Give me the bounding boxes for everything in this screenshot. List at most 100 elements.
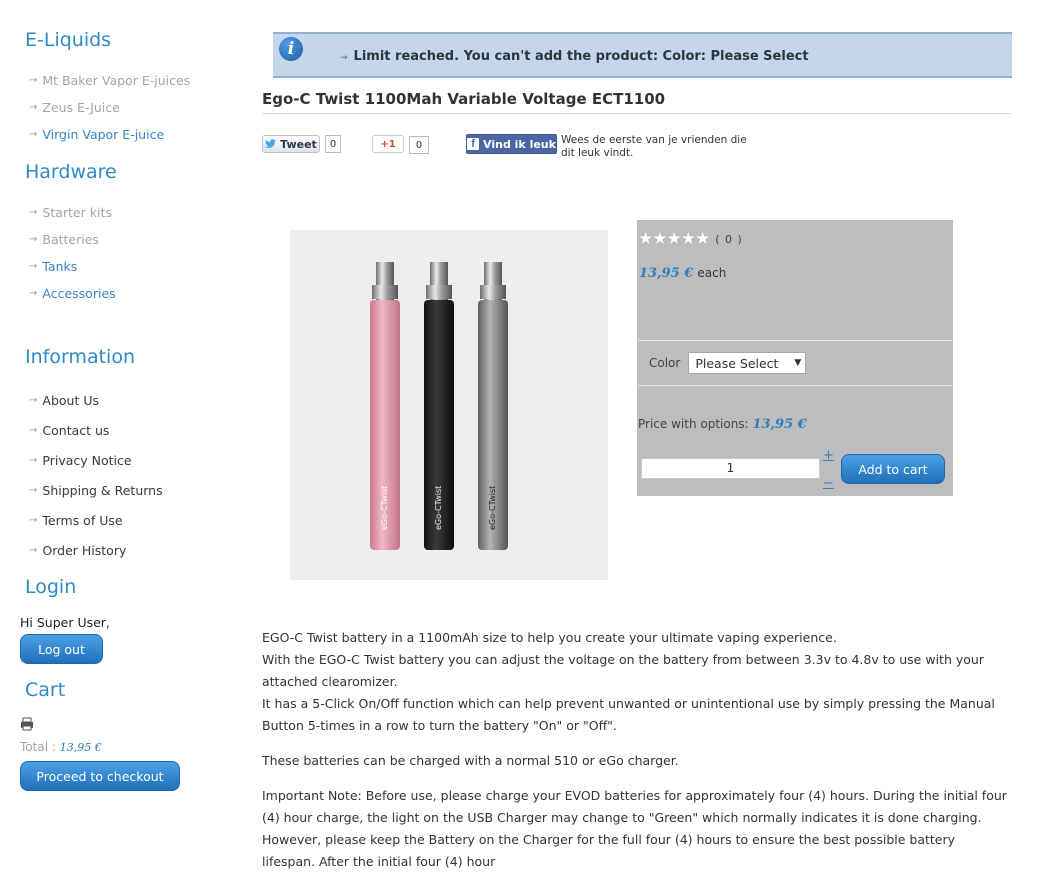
battery-label: eGo-CTwist (434, 486, 443, 530)
sidebar-item-tanks[interactable]: → Tanks (29, 259, 77, 274)
login-greeting: Hi Super User, (20, 615, 110, 630)
facebook-like-button[interactable]: f Vind ik leuk (466, 134, 557, 154)
price-with-options-label: Price with options: (638, 417, 749, 431)
color-label: Color (649, 356, 681, 370)
description-paragraph: Important Note: Before use, please charg… (262, 788, 1007, 869)
sidebar-item-label: Order History (42, 543, 127, 558)
rating-count: ( 0 ) (715, 233, 743, 246)
battery-label: eGo-CTwist (380, 486, 389, 530)
arrow-right-icon: → (29, 207, 38, 218)
sidebar-item-label: Mt Baker Vapor E-juices (42, 73, 191, 88)
facebook-like-text: Wees de eerste van je vrienden die dit l… (561, 134, 747, 159)
star-icon: ★ (680, 229, 696, 249)
quantity-increase[interactable]: + (823, 449, 834, 462)
sidebar-item-virgin-vapor[interactable]: → Virgin Vapor E-juice (29, 127, 164, 142)
notice-message: → Limit reached. You can't add the produc… (340, 49, 809, 64)
arrow-right-icon: → (29, 395, 38, 406)
product-image[interactable]: eGo-CTwist eGo-CTwist eGo-CTwist (290, 230, 608, 580)
arrow-right-icon: → (29, 425, 38, 436)
star-icon: ★ (638, 229, 654, 249)
cart-total: Total : 13,95 € (20, 740, 102, 754)
gplus-count: 0 (409, 136, 429, 154)
arrow-right-icon: → (29, 455, 38, 466)
tweet-button[interactable]: Tweet (262, 135, 320, 153)
sidebar-item-privacy[interactable]: → Privacy Notice (29, 453, 132, 468)
sidebar-item-terms[interactable]: → Terms of Use (29, 513, 123, 528)
sidebar-item-contact-us[interactable]: → Contact us (29, 423, 109, 438)
sidebar-item-zeus[interactable]: → Zeus E-Juice (29, 100, 120, 115)
cart-total-label: Total : (20, 740, 56, 754)
logout-button[interactable]: Log out (20, 634, 103, 664)
description-line: It has a 5-Click On/Off function which c… (262, 696, 995, 733)
twitter-bird-icon (265, 139, 277, 148)
sidebar-item-batteries[interactable]: → Batteries (29, 232, 99, 247)
cart-total-value: 13,95 € (59, 741, 102, 754)
sidebar-item-label: Virgin Vapor E-juice (42, 127, 165, 142)
info-icon: i (279, 37, 303, 61)
facebook-like-label: Vind ik leuk (483, 137, 556, 151)
quantity-input[interactable]: 1 (641, 458, 820, 479)
arrow-right-icon: → (29, 515, 38, 526)
arrow-right-icon: → (29, 129, 38, 140)
sidebar-item-accessories[interactable]: → Accessories (29, 286, 116, 301)
price-with-options-value: 13,95 € (752, 417, 807, 432)
sidebar-item-shipping[interactable]: → Shipping & Returns (29, 483, 163, 498)
price-with-options: Price with options: 13,95 € (638, 417, 807, 432)
sidebar-item-label: Terms of Use (42, 513, 123, 528)
battery-label: eGo-CTwist (488, 486, 497, 530)
sidebar-item-label: Shipping & Returns (42, 483, 163, 498)
arrow-right-icon: → (340, 53, 348, 63)
sidebar-item-label: Tanks (42, 259, 78, 274)
add-to-cart-button[interactable]: Add to cart (841, 454, 945, 484)
arrow-right-icon: → (29, 545, 38, 556)
hardware-heading: Hardware (25, 161, 117, 183)
quantity-decrease[interactable]: − (823, 477, 834, 490)
sidebar-item-label: Batteries (42, 232, 99, 247)
checkout-button[interactable]: Proceed to checkout (20, 761, 180, 791)
sidebar-item-label: Zeus E-Juice (42, 100, 120, 115)
star-icon: ★ (695, 229, 711, 249)
arrow-right-icon: → (29, 234, 38, 245)
sidebar-item-order-history[interactable]: → Order History (29, 543, 126, 558)
color-select[interactable]: Please Select ▼ (688, 352, 807, 374)
color-selected-value: Please Select (695, 355, 779, 371)
price-suffix: each (697, 266, 727, 280)
arrow-right-icon: → (29, 102, 38, 113)
sidebar-item-label: Accessories (42, 286, 116, 301)
pink-battery: eGo-CTwist (370, 262, 400, 550)
login-heading: Login (25, 576, 77, 598)
sidebar-item-mt-baker[interactable]: → Mt Baker Vapor E-juices (29, 73, 190, 88)
divider (262, 113, 1012, 114)
arrow-right-icon: → (29, 75, 38, 86)
eliquids-heading: E-Liquids (25, 29, 112, 51)
product-price: 13,95 € (639, 266, 694, 281)
color-option-row: Color Please Select ▼ (638, 340, 952, 386)
limit-notice: i → Limit reached. You can't add the prod… (273, 32, 1012, 78)
cart-heading: Cart (25, 679, 66, 701)
notice-text: Limit reached. You can't add the product… (353, 49, 809, 64)
tweet-label: Tweet (280, 137, 317, 151)
printer-icon[interactable] (20, 716, 34, 735)
purchase-box: ★ ★ ★ ★ ★ ( 0 ) 13,95 € each Color Pleas… (637, 220, 953, 496)
star-icon: ★ (652, 229, 668, 249)
star-icon: ★ (666, 229, 682, 249)
sidebar-item-starter-kits[interactable]: → Starter kits (29, 205, 112, 220)
sidebar-item-label: Contact us (42, 423, 110, 438)
black-battery: eGo-CTwist (424, 262, 454, 550)
sidebar: E-Liquids → Mt Baker Vapor E-juices → Zeus… (0, 0, 250, 846)
description-paragraph: EGO-C Twist battery in a 1100mAh size to… (262, 627, 1012, 737)
description-line: With the EGO-C Twist battery you can adj… (262, 652, 984, 689)
arrow-right-icon: → (29, 261, 38, 272)
gplus-button[interactable]: +1 (372, 135, 404, 153)
rating: ★ ★ ★ ★ ★ ( 0 ) (638, 231, 743, 248)
sidebar-item-label: Starter kits (42, 205, 112, 220)
chevron-down-icon: ▼ (794, 358, 802, 368)
arrow-right-icon: → (29, 288, 38, 299)
tweet-count: 0 (325, 135, 341, 153)
description-paragraph: These batteries can be charged with a no… (262, 753, 679, 768)
steel-battery: eGo-CTwist (478, 262, 508, 550)
sidebar-item-about-us[interactable]: → About Us (29, 393, 99, 408)
sidebar-item-label: About Us (42, 393, 99, 408)
information-heading: Information (25, 346, 135, 368)
product-description: EGO-C Twist battery in a 1100mAh size to… (262, 627, 1012, 886)
